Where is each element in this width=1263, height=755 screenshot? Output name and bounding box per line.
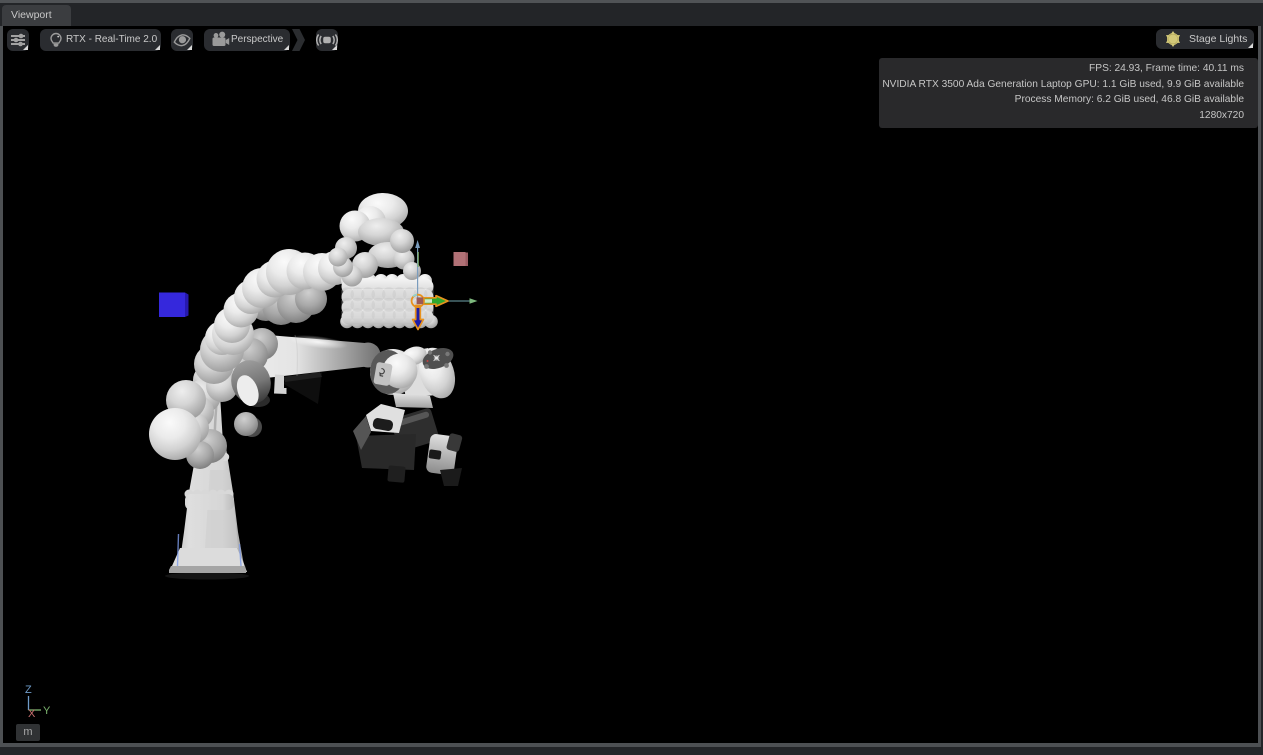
svg-text:Y: Y: [43, 705, 51, 717]
svg-text:Z: Z: [25, 684, 32, 696]
svg-text:X: X: [28, 708, 36, 720]
